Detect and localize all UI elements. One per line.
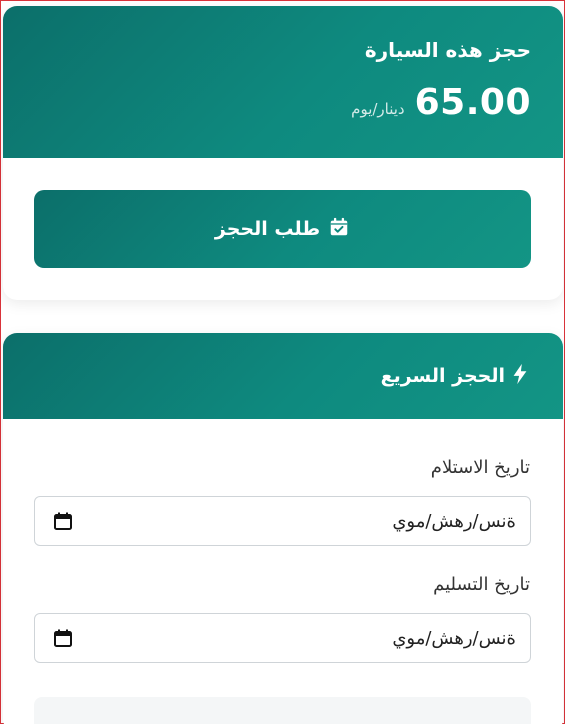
return-date-label: تاريخ التسليم [433, 574, 530, 595]
booking-title: حجز هذه السيارة [364, 38, 531, 62]
price-value: 65.00 [414, 82, 531, 123]
pickup-date-input[interactable]: ةنس/رهش/موي [34, 496, 531, 546]
bolt-icon [511, 363, 529, 390]
price-row: 65.00 دينار/يوم [351, 82, 531, 123]
return-date-value: ةنس/رهش/موي [392, 627, 516, 649]
quick-booking-title: الحجز السريع [380, 365, 505, 387]
summary-box [34, 697, 531, 724]
request-booking-button[interactable]: طلب الحجز [34, 190, 531, 268]
price-unit: دينار/يوم [351, 100, 405, 118]
quick-booking-card: الحجز السريع تاريخ الاستلام ةنس/رهش/موي … [3, 333, 563, 724]
pickup-date-value: ةنس/رهش/موي [392, 510, 516, 532]
request-booking-label: طلب الحجز [214, 218, 321, 240]
booking-card: حجز هذه السيارة 65.00 دينار/يوم طلب الحج… [3, 6, 563, 300]
calendar-icon[interactable] [53, 511, 73, 531]
booking-header: حجز هذه السيارة 65.00 دينار/يوم [3, 6, 563, 158]
pickup-date-label: تاريخ الاستلام [430, 457, 530, 478]
quick-booking-header: الحجز السريع [3, 333, 563, 419]
return-date-input[interactable]: ةنس/رهش/موي [34, 613, 531, 663]
calendar-icon[interactable] [53, 628, 73, 648]
calendar-check-icon [328, 216, 350, 243]
